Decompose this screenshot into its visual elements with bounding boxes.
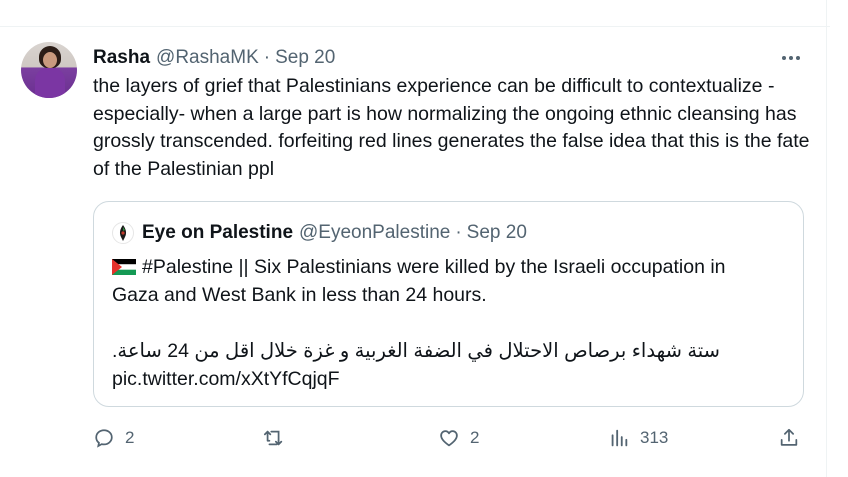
avatar[interactable] (21, 42, 77, 98)
quoted-link[interactable]: pic.twitter.com/xXtYfCqjqF (112, 366, 340, 393)
quoted-text-line: #Palestine || Six Palestinians were kill… (112, 254, 726, 281)
tweet-header: Rasha @RashaMK · Sep 20 (93, 47, 335, 69)
quoted-text-line: Gaza and West Bank in less than 24 hours… (112, 284, 487, 306)
quoted-author-handle[interactable]: @EyeonPalestine (299, 222, 450, 244)
tweet-date[interactable]: Sep 20 (275, 47, 335, 69)
more-horizontal-icon[interactable] (778, 48, 804, 68)
divider (0, 26, 830, 27)
tweet[interactable]: Rasha @RashaMK · Sep 20 the layers of gr… (0, 0, 848, 477)
like-count: 2 (470, 428, 480, 447)
reply-count: 2 (125, 428, 135, 447)
views-count: 313 (640, 428, 669, 447)
quoted-author-name[interactable]: Eye on Palestine (142, 222, 293, 244)
separator-dot: · (263, 47, 271, 68)
quoted-tweet-date[interactable]: Sep 20 (467, 222, 527, 244)
separator-dot: · (455, 222, 462, 243)
reply-icon (95, 429, 113, 448)
heart-icon (440, 430, 458, 447)
divider (826, 0, 827, 477)
quoted-text: #Palestine || Six Palestinians were kill… (142, 256, 726, 278)
quoted-arabic-text: ستة شهداء برصاص الاحتلال في الضفة الغربي… (112, 340, 721, 362)
author-handle[interactable]: @RashaMK (156, 47, 259, 69)
retweet-button[interactable] (263, 425, 295, 451)
palestine-flag-icon (112, 256, 136, 275)
like-button[interactable]: 2 (438, 425, 479, 451)
action-bar: 2 2 313 (93, 425, 813, 451)
author-name[interactable]: Rasha (93, 47, 150, 69)
views-button[interactable]: 313 (608, 425, 668, 451)
quoted-tweet[interactable]: Eye on Palestine @EyeonPalestine · Sep 2… (93, 201, 804, 407)
reply-button[interactable]: 2 (93, 425, 134, 451)
tweet-text: the layers of grief that Palestinians ex… (93, 75, 810, 180)
share-icon (780, 428, 798, 446)
share-button[interactable] (778, 425, 800, 451)
retweet-icon (263, 430, 283, 446)
views-icon (611, 429, 628, 447)
quoted-tweet-header: Eye on Palestine @EyeonPalestine · Sep 2… (112, 222, 527, 244)
quoted-avatar[interactable] (112, 222, 134, 244)
